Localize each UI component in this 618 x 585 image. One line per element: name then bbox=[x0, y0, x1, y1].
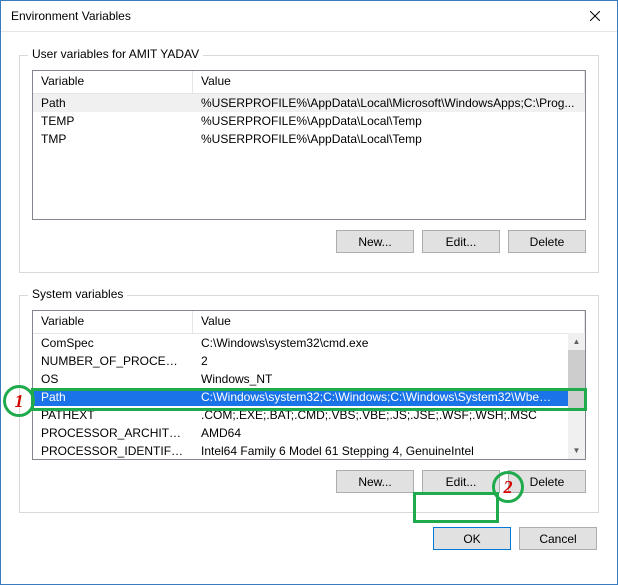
user-edit-button[interactable]: Edit... bbox=[422, 230, 500, 253]
table-row[interactable]: PROCESSOR_ARCHITECTUREAMD64 bbox=[33, 424, 568, 442]
cell-value: C:\Windows\system32;C:\Windows;C:\Window… bbox=[193, 389, 568, 405]
cell-variable: TMP bbox=[33, 131, 193, 147]
cell-variable: NUMBER_OF_PROCESSORS bbox=[33, 353, 193, 369]
cell-variable: TEMP bbox=[33, 113, 193, 129]
system-variables-legend: System variables bbox=[28, 287, 127, 301]
table-row[interactable]: Path%USERPROFILE%\AppData\Local\Microsof… bbox=[33, 94, 585, 112]
cell-variable: OS bbox=[33, 371, 193, 387]
table-row[interactable]: OSWindows_NT bbox=[33, 370, 568, 388]
cell-value: AMD64 bbox=[193, 425, 568, 441]
system-variables-list[interactable]: Variable Value ComSpecC:\Windows\system3… bbox=[32, 310, 586, 460]
cell-variable: ComSpec bbox=[33, 335, 193, 351]
user-variables-body: Path%USERPROFILE%\AppData\Local\Microsof… bbox=[33, 94, 585, 219]
cancel-button[interactable]: Cancel bbox=[519, 527, 597, 550]
list-header: Variable Value bbox=[33, 71, 585, 94]
cell-value: Intel64 Family 6 Model 61 Stepping 4, Ge… bbox=[193, 443, 568, 459]
user-new-button[interactable]: New... bbox=[336, 230, 414, 253]
col-header-variable[interactable]: Variable bbox=[33, 311, 193, 333]
cell-value: Windows_NT bbox=[193, 371, 568, 387]
system-edit-button[interactable]: Edit... bbox=[422, 470, 500, 493]
close-icon bbox=[590, 11, 600, 21]
system-list-scrollbar[interactable]: ▲ ▼ bbox=[568, 333, 585, 459]
cell-value: .COM;.EXE;.BAT;.CMD;.VBS;.VBE;.JS;.JSE;.… bbox=[193, 407, 568, 423]
cell-value: C:\Windows\system32\cmd.exe bbox=[193, 335, 568, 351]
cell-variable: PATHEXT bbox=[33, 407, 193, 423]
dialog-title: Environment Variables bbox=[11, 9, 131, 23]
system-variables-body: ComSpecC:\Windows\system32\cmd.exeNUMBER… bbox=[33, 334, 568, 459]
scroll-thumb[interactable] bbox=[568, 350, 585, 410]
col-header-variable[interactable]: Variable bbox=[33, 71, 193, 93]
ok-button[interactable]: OK bbox=[433, 527, 511, 550]
scroll-up-icon[interactable]: ▲ bbox=[568, 333, 585, 350]
system-delete-button[interactable]: Delete bbox=[508, 470, 586, 493]
col-header-value[interactable]: Value bbox=[193, 71, 585, 93]
col-header-value[interactable]: Value bbox=[193, 311, 585, 333]
title-bar: Environment Variables bbox=[1, 1, 617, 32]
table-row[interactable]: ComSpecC:\Windows\system32\cmd.exe bbox=[33, 334, 568, 352]
system-buttons-row: New... Edit... Delete bbox=[32, 470, 586, 493]
user-delete-button[interactable]: Delete bbox=[508, 230, 586, 253]
table-row[interactable]: NUMBER_OF_PROCESSORS2 bbox=[33, 352, 568, 370]
table-row[interactable]: TMP%USERPROFILE%\AppData\Local\Temp bbox=[33, 130, 585, 148]
dialog-environment-variables: Environment Variables User variables for… bbox=[0, 0, 618, 585]
cell-variable: Path bbox=[33, 389, 193, 405]
table-row[interactable]: PATHEXT.COM;.EXE;.BAT;.CMD;.VBS;.VBE;.JS… bbox=[33, 406, 568, 424]
dialog-button-row: OK Cancel bbox=[19, 527, 599, 550]
cell-variable: PROCESSOR_IDENTIFIER bbox=[33, 443, 193, 459]
dialog-client-area: User variables for AMIT YADAV Variable V… bbox=[1, 31, 617, 584]
user-variables-list[interactable]: Variable Value Path%USERPROFILE%\AppData… bbox=[32, 70, 586, 220]
user-variables-group: User variables for AMIT YADAV Variable V… bbox=[19, 55, 599, 273]
list-header: Variable Value bbox=[33, 311, 585, 334]
user-buttons-row: New... Edit... Delete bbox=[32, 230, 586, 253]
user-variables-legend: User variables for AMIT YADAV bbox=[28, 47, 203, 61]
table-row[interactable]: TEMP%USERPROFILE%\AppData\Local\Temp bbox=[33, 112, 585, 130]
cell-variable: PROCESSOR_ARCHITECTURE bbox=[33, 425, 193, 441]
cell-value: 2 bbox=[193, 353, 568, 369]
close-button[interactable] bbox=[572, 1, 617, 31]
system-variables-group: System variables Variable Value ComSpecC… bbox=[19, 295, 599, 513]
cell-variable: Path bbox=[33, 95, 193, 111]
table-row[interactable]: PathC:\Windows\system32;C:\Windows;C:\Wi… bbox=[33, 388, 568, 406]
cell-value: %USERPROFILE%\AppData\Local\Microsoft\Wi… bbox=[193, 95, 585, 111]
cell-value: %USERPROFILE%\AppData\Local\Temp bbox=[193, 113, 585, 129]
cell-value: %USERPROFILE%\AppData\Local\Temp bbox=[193, 131, 585, 147]
scroll-down-icon[interactable]: ▼ bbox=[568, 442, 585, 459]
system-new-button[interactable]: New... bbox=[336, 470, 414, 493]
table-row[interactable]: PROCESSOR_IDENTIFIERIntel64 Family 6 Mod… bbox=[33, 442, 568, 459]
